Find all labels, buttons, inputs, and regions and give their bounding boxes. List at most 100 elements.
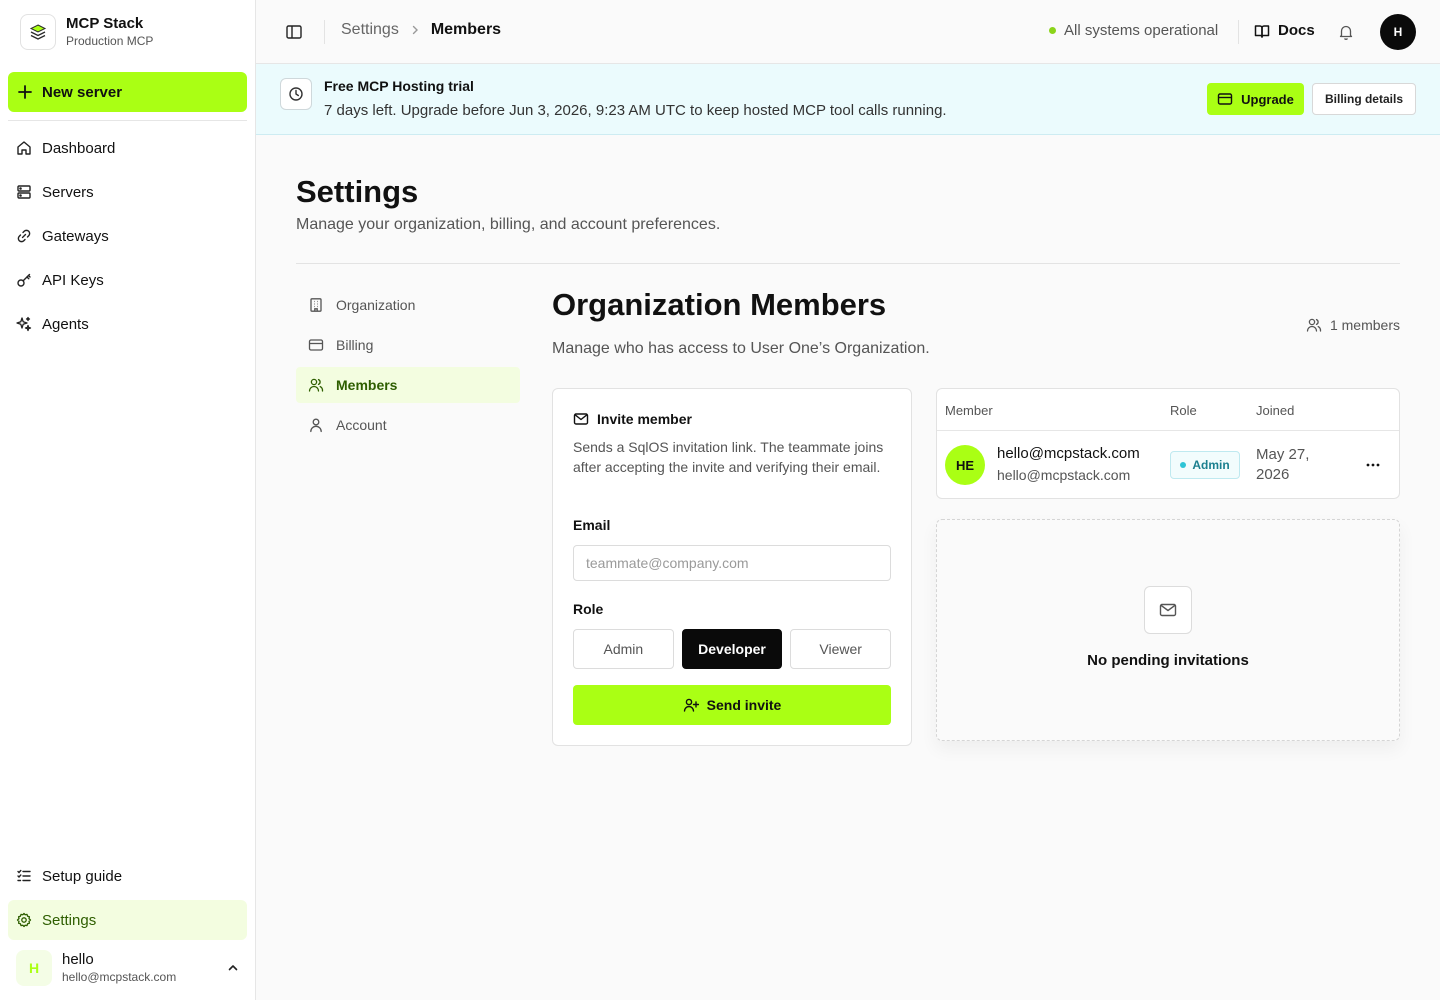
column-header-member: Member bbox=[945, 403, 993, 418]
new-server-label: New server bbox=[42, 83, 123, 101]
sidebar-item-label: Setup guide bbox=[42, 867, 123, 885]
sparkles-icon bbox=[16, 316, 32, 332]
sidebar-item-label: Servers bbox=[42, 183, 94, 201]
breadcrumb-settings[interactable]: Settings bbox=[341, 21, 399, 39]
invite-member-card: Invite member Sends a SqlOS invitation l… bbox=[552, 388, 912, 746]
sidebar: MCP Stack Production MCP New server Dash… bbox=[0, 0, 256, 1000]
system-status[interactable]: All systems operational bbox=[1049, 22, 1218, 39]
docs-link[interactable]: Docs bbox=[1254, 22, 1315, 39]
send-invite-label: Send invite bbox=[706, 697, 782, 713]
send-invite-button[interactable]: Send invite bbox=[573, 685, 891, 725]
sidebar-item-servers[interactable]: Servers bbox=[8, 172, 247, 212]
bell-icon[interactable] bbox=[1337, 23, 1355, 41]
banner-text: 7 days left. Upgrade before Jun 3, 2026,… bbox=[324, 102, 947, 119]
settings-nav-label: Organization bbox=[336, 297, 416, 313]
sidebar-item-label: Gateways bbox=[42, 227, 109, 245]
brand-subtitle: Production MCP bbox=[66, 34, 154, 48]
avatar: HE bbox=[945, 445, 985, 485]
page-divider bbox=[296, 263, 1400, 264]
member-count-label: 1 members bbox=[1329, 317, 1400, 333]
checklist-icon bbox=[17, 869, 31, 882]
credit-card-icon bbox=[308, 339, 324, 351]
users-icon bbox=[308, 378, 324, 392]
tab-billing[interactable]: Billing bbox=[296, 327, 520, 363]
page-subtitle: Manage your organization, billing, and a… bbox=[296, 216, 721, 233]
user-plus-icon bbox=[683, 698, 699, 712]
column-header-joined: Joined bbox=[1256, 403, 1295, 418]
role-selector: Admin Developer Viewer bbox=[573, 629, 892, 669]
credit-card-icon bbox=[1217, 93, 1233, 105]
sidebar-item-label: Dashboard bbox=[42, 139, 116, 157]
sidebar-item-setup-guide[interactable]: Setup guide bbox=[8, 856, 247, 896]
sidebar-item-label: Settings bbox=[42, 911, 97, 929]
sidebar-bottom-nav: Setup guide Settings bbox=[8, 856, 247, 944]
role-option-viewer[interactable]: Viewer bbox=[790, 629, 892, 669]
sidebar-item-agents[interactable]: Agents bbox=[8, 304, 247, 344]
billing-details-button[interactable]: Billing details bbox=[1312, 83, 1416, 115]
mail-icon bbox=[1144, 586, 1192, 634]
sidebar-item-dashboard[interactable]: Dashboard bbox=[8, 128, 247, 168]
settings-nav-label: Members bbox=[336, 377, 398, 393]
email-label: Email bbox=[573, 517, 611, 533]
sidebar-item-label: Agents bbox=[42, 315, 89, 333]
user-icon bbox=[310, 418, 322, 433]
user-name: hello bbox=[62, 951, 94, 968]
breadcrumb: Settings Members bbox=[341, 21, 501, 39]
member-email: hello@mcpstack.com bbox=[997, 445, 1140, 462]
upgrade-label: Upgrade bbox=[1241, 91, 1294, 107]
banner-title: Free MCP Hosting trial bbox=[324, 78, 474, 94]
trial-banner: Free MCP Hosting trial 7 days left. Upgr… bbox=[256, 64, 1440, 135]
section-title: Organization Members bbox=[552, 287, 887, 322]
brand[interactable]: MCP Stack Production MCP bbox=[20, 14, 153, 50]
brand-name: MCP Stack bbox=[66, 15, 144, 32]
chevron-right-icon bbox=[412, 25, 418, 35]
mcp-stack-logo-icon bbox=[20, 14, 56, 50]
role-badge-label: Admin bbox=[1192, 458, 1230, 472]
pending-invitations: No pending invitations bbox=[936, 519, 1400, 741]
sidebar-toggle-icon[interactable] bbox=[284, 22, 304, 42]
tab-account[interactable]: Account bbox=[296, 407, 520, 443]
sidebar-item-label: API Keys bbox=[42, 271, 104, 289]
chevron-up-icon bbox=[228, 965, 238, 971]
page-title: Settings bbox=[296, 174, 419, 209]
server-icon bbox=[17, 185, 31, 199]
invite-description: Sends a SqlOS invitation link. The teamm… bbox=[573, 439, 884, 475]
settings-nav-label: Account bbox=[336, 417, 387, 433]
joined-date: May 27, 2026 bbox=[1256, 446, 1310, 483]
clock-icon bbox=[280, 78, 312, 110]
plus-icon bbox=[18, 85, 32, 99]
header-divider bbox=[324, 20, 325, 44]
email-field[interactable] bbox=[573, 545, 891, 581]
sidebar-item-gateways[interactable]: Gateways bbox=[8, 216, 247, 256]
new-server-button[interactable]: New server bbox=[8, 72, 247, 112]
sidebar-item-api-keys[interactable]: API Keys bbox=[8, 260, 247, 300]
tab-organization[interactable]: Organization bbox=[296, 287, 520, 323]
sidebar-divider bbox=[8, 120, 247, 121]
role-label: Role bbox=[573, 601, 604, 617]
invite-title: Invite member bbox=[597, 411, 692, 427]
avatar[interactable]: H bbox=[1380, 14, 1416, 50]
upgrade-button[interactable]: Upgrade bbox=[1207, 83, 1304, 115]
empty-state-text: No pending invitations bbox=[1087, 652, 1249, 669]
home-icon bbox=[17, 141, 31, 155]
top-header: Settings Members All systems operational… bbox=[256, 0, 1440, 64]
tab-members[interactable]: Members bbox=[296, 367, 520, 403]
status-dot-icon bbox=[1049, 27, 1056, 34]
gear-icon bbox=[16, 912, 32, 928]
status-text: All systems operational bbox=[1064, 22, 1219, 39]
role-option-developer[interactable]: Developer bbox=[681, 629, 783, 669]
building-icon bbox=[310, 298, 322, 312]
docs-label: Docs bbox=[1278, 22, 1315, 39]
mail-icon bbox=[573, 413, 589, 425]
members-table: Member Role Joined HE hello@mcpstack.com… bbox=[936, 388, 1400, 499]
key-icon bbox=[17, 273, 31, 287]
user-menu[interactable]: H hello hello@mcpstack.com bbox=[16, 948, 247, 988]
column-header-role: Role bbox=[1170, 403, 1197, 418]
more-actions-button[interactable] bbox=[1361, 455, 1385, 475]
more-horizontal-icon bbox=[1366, 463, 1380, 467]
role-option-admin[interactable]: Admin bbox=[573, 629, 674, 669]
avatar: H bbox=[16, 950, 52, 986]
role-badge: Admin bbox=[1170, 451, 1240, 479]
sidebar-item-settings[interactable]: Settings bbox=[8, 900, 247, 940]
settings-nav-label: Billing bbox=[336, 337, 374, 353]
